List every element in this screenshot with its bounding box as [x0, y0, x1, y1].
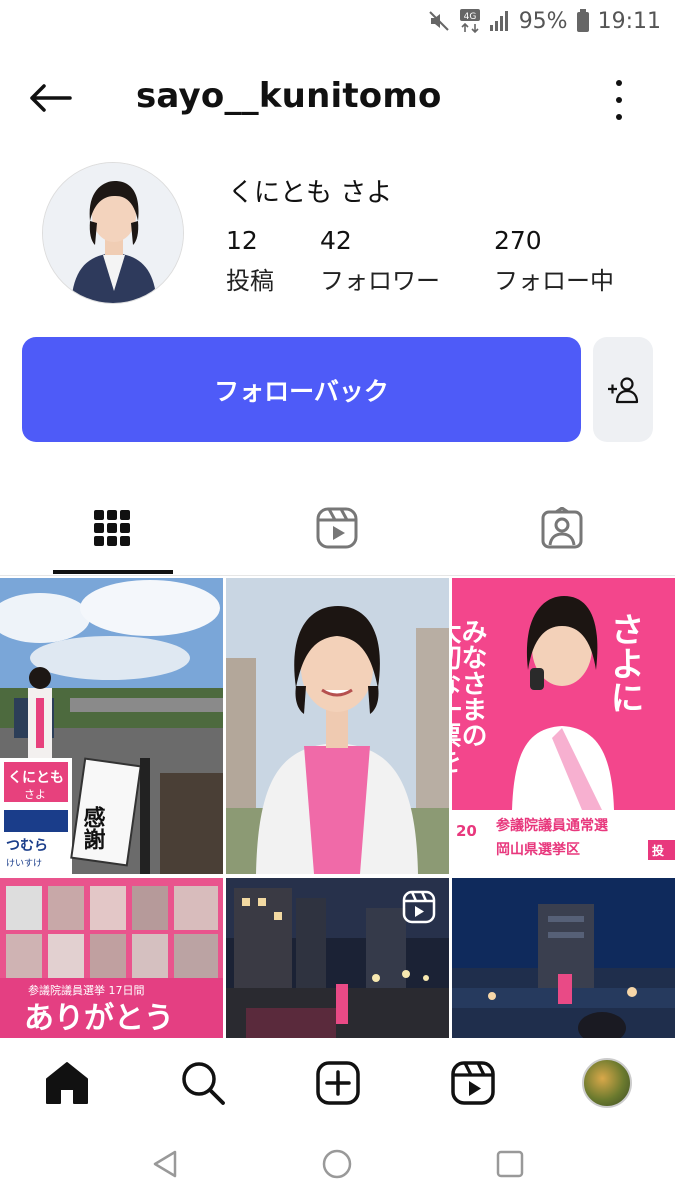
- create-icon: [316, 1061, 360, 1105]
- status-bar: 4G 95% 19:11: [0, 0, 675, 46]
- tile-text: 岡山県選挙区: [496, 841, 580, 858]
- home-icon: [46, 1062, 88, 1104]
- tile-text: ありがとう: [24, 1001, 174, 1036]
- reels-icon: [316, 507, 358, 549]
- profile-username: sayo__kunitomo: [136, 76, 442, 116]
- tile-text: 感謝: [80, 805, 106, 850]
- more-options-button[interactable]: [607, 80, 631, 120]
- stat-label: フォロー中: [494, 267, 614, 295]
- clock: 19:11: [597, 8, 661, 34]
- system-recents-button[interactable]: [490, 1144, 530, 1184]
- post-tile[interactable]: 参議院議員選挙 17日間 ありがとう: [0, 878, 223, 1038]
- more-vertical-icon: [616, 80, 622, 86]
- tile-text: みなさまの: [457, 618, 487, 748]
- nav-home[interactable]: [42, 1058, 92, 1108]
- stat-label: フォロワー: [320, 267, 440, 295]
- tab-posts[interactable]: [82, 504, 142, 552]
- system-navigation: [0, 1128, 675, 1200]
- tile-text: 参議院議員選挙 17日間: [28, 983, 145, 997]
- triangle-back-icon: [153, 1150, 177, 1178]
- tab-reels[interactable]: [307, 504, 367, 552]
- stat-followers[interactable]: 42 フォロワー: [320, 226, 440, 296]
- arrow-left-icon: [30, 84, 72, 112]
- post-tile[interactable]: [226, 878, 449, 1038]
- stat-count: 12: [226, 226, 258, 255]
- stat-posts[interactable]: 12 投稿: [226, 226, 274, 296]
- stat-label: 投稿: [226, 267, 274, 295]
- tile-text: くにとも: [8, 770, 64, 786]
- tile-text: 参議院議員通常選: [496, 817, 608, 834]
- tile-text: けいすけ: [6, 858, 42, 869]
- stat-following[interactable]: 270 フォロー中: [494, 226, 614, 296]
- nav-reels[interactable]: [448, 1058, 498, 1108]
- back-button[interactable]: [28, 78, 76, 118]
- stat-count: 42: [320, 226, 352, 255]
- nav-search[interactable]: [178, 1058, 228, 1108]
- post-tile[interactable]: [226, 578, 449, 874]
- nav-profile[interactable]: [582, 1058, 632, 1108]
- battery-level: 95%: [518, 8, 568, 34]
- search-icon: [182, 1062, 225, 1105]
- follow-back-button[interactable]: フォローバック: [22, 337, 581, 442]
- bottom-navigation: [0, 1038, 675, 1128]
- reels-icon: [451, 1061, 495, 1105]
- tile-text: つむら: [6, 838, 48, 854]
- post-tile[interactable]: みなさまの 大切な一票を さよに 20 参議院議員通常選 岡山県選挙区 投: [452, 578, 675, 874]
- profile-header: sayo__kunitomo: [0, 66, 675, 130]
- system-home-button[interactable]: [317, 1144, 357, 1184]
- profile-avatar: [582, 1058, 632, 1108]
- active-tab-indicator: [53, 570, 173, 574]
- tile-text: さよ: [24, 788, 46, 801]
- profile-display-name: くにとも さよ: [228, 178, 393, 208]
- add-person-icon: [608, 376, 639, 403]
- post-tile[interactable]: くにとも さよ つむら けいすけ 感謝: [0, 578, 223, 874]
- grid-icon: [94, 510, 130, 546]
- svg-text:4G: 4G: [463, 12, 476, 22]
- suggested-accounts-button[interactable]: [593, 337, 653, 442]
- battery-icon: [576, 9, 590, 33]
- tagged-person-icon: [541, 507, 583, 549]
- stat-count: 270: [494, 226, 542, 255]
- tab-tagged[interactable]: [532, 504, 592, 552]
- network-4g-icon: 4G: [459, 8, 481, 34]
- post-tile[interactable]: [452, 878, 675, 1038]
- mute-icon: [427, 9, 451, 33]
- tile-text: さよに: [604, 612, 644, 714]
- circle-home-icon: [322, 1149, 352, 1179]
- tile-text: 大切な一票を: [452, 618, 461, 774]
- nav-create[interactable]: [313, 1058, 363, 1108]
- signal-icon: [489, 10, 511, 32]
- profile-avatar[interactable]: [42, 162, 184, 304]
- square-recents-icon: [496, 1150, 524, 1178]
- profile-tabs: [0, 490, 675, 576]
- system-back-button[interactable]: [145, 1144, 185, 1184]
- tile-text: 20: [456, 822, 477, 840]
- tile-text: 投: [652, 843, 664, 858]
- posts-grid: くにとも さよ つむら けいすけ 感謝 みなさまの 大切な一票を さよに 20 …: [0, 578, 675, 1038]
